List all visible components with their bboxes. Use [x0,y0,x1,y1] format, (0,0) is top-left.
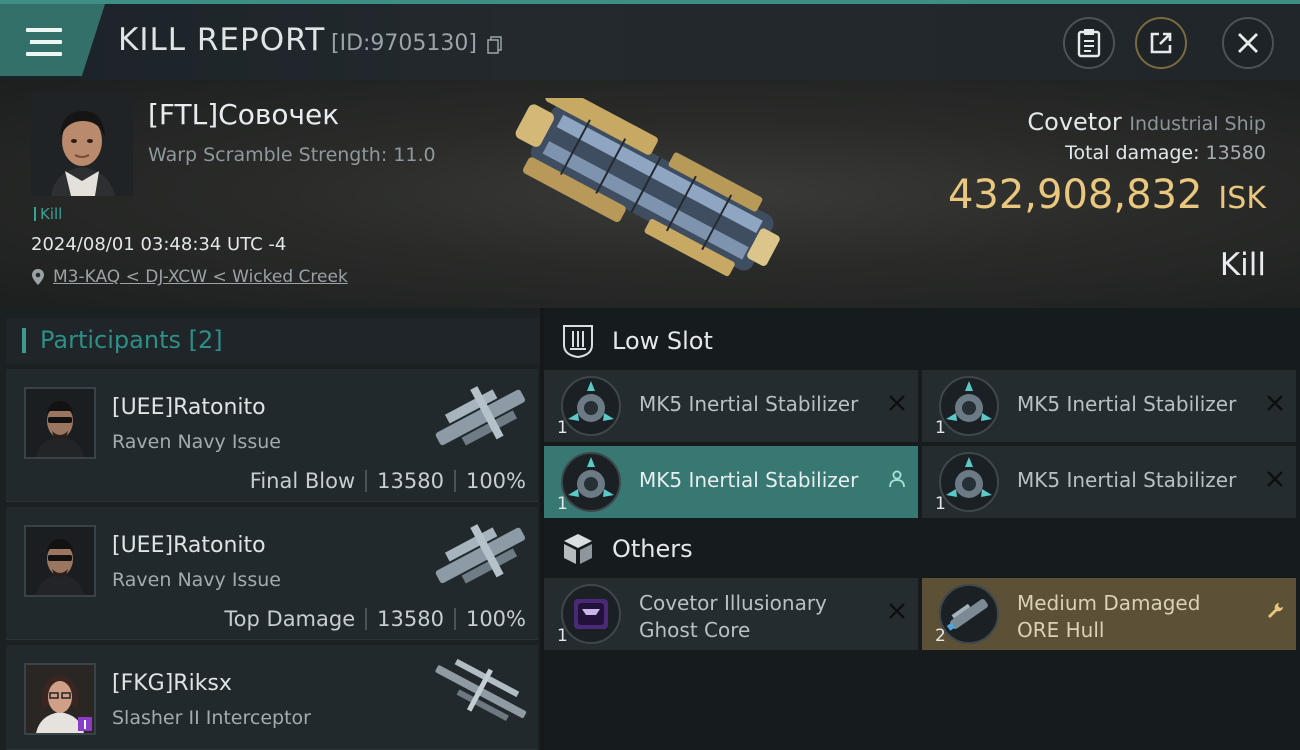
stats-divider [365,470,368,492]
participant-stats: Final Blow 13580 100% [250,469,526,493]
participant-avatar[interactable] [24,525,96,597]
item-quantity: 1 [557,626,568,646]
person-icon [889,470,905,488]
participant-role: Final Blow [249,469,356,493]
stats-divider [365,608,368,630]
inertial-stabilizer-icon [561,452,621,512]
item-quantity: 2 [935,626,946,646]
module-name: MK5 Inertial Stabilizer [1017,468,1237,492]
participants-accent [22,328,26,353]
module-quantity: 1 [935,418,946,438]
participant-damage: 13580 [377,607,444,631]
menu-icon [20,28,62,56]
module-name: MK5 Inertial Stabilizer [639,468,859,492]
participant-name: [UEE]Ratonito [112,533,266,558]
participant-ship: Slasher II Interceptor [112,707,311,729]
item-slot[interactable]: 2 Medium Damaged ORE Hull [922,578,1296,650]
location-pin-icon [32,269,44,285]
ore-hull-icon [939,584,999,644]
participant-percent: 100% [465,607,526,631]
participant-damage: 13580 [377,469,444,493]
page-title: KILL REPORT [118,22,326,58]
module-name: MK5 Inertial Stabilizer [1017,392,1237,416]
participant-card[interactable]: [UEE]Ratonito Raven Navy Issue Final Blo… [6,369,538,502]
report-id: [ID:9705130] [331,31,477,56]
participant-role: Top Damage [224,607,356,631]
inertial-stabilizer-icon [561,376,621,436]
clipboard-icon [1077,29,1101,58]
destroyed-icon [1267,471,1283,487]
item-name: Medium Damaged ORE Hull [1017,591,1201,642]
kill-tag: Kill [34,205,62,223]
isk-unit: ISK [1218,181,1266,216]
wrench-icon [1268,603,1283,618]
participants-title: Participants [2] [40,326,223,354]
participant-avatar[interactable] [24,663,96,735]
total-damage-value: 13580 [1205,142,1266,164]
victim-ship-image [515,98,780,277]
participant-avatar[interactable] [24,387,96,459]
destroyed-icon [1267,395,1283,411]
kill-location[interactable]: M3-KAQ < DJ-XCW < Wicked Creek [31,267,348,287]
ship-name: Covetor [1027,108,1122,136]
inertial-stabilizer-icon [939,452,999,512]
close-button[interactable] [1222,17,1274,69]
isk-amount: 432,908,832 [947,172,1203,218]
others-title: Others [612,535,693,563]
module-name: MK5 Inertial Stabilizer [639,392,859,416]
victim-ship-type: Covetor Industrial Ship [1027,108,1266,136]
isk-value: 432,908,832 ISK [948,172,1266,218]
participant-ship: Raven Navy Issue [112,431,281,453]
module-slot[interactable]: 1 MK5 Inertial Stabilizer [922,446,1296,518]
copy-icon[interactable] [487,36,502,54]
victim-name: [FTL]Совочек [148,98,340,131]
kill-result: Kill [1219,247,1266,283]
inertial-stabilizer-icon [939,376,999,436]
participant-ship-image [435,658,527,721]
module-slot[interactable]: 1 MK5 Inertial Stabilizer [544,446,918,518]
total-damage: Total damage: 13580 [1065,142,1266,164]
destroyed-icon [889,603,905,619]
participant-ship-image [435,386,525,446]
module-quantity: 1 [557,494,568,514]
participant-name: [UEE]Ratonito [112,395,266,420]
module-quantity: 1 [557,418,568,438]
ship-class: Industrial Ship [1129,113,1266,135]
others-header: Others [544,518,1300,580]
item-name: Covetor Illusionary Ghost Core [639,591,827,642]
module-slot[interactable]: 1 MK5 Inertial Stabilizer [922,370,1296,442]
item-slot[interactable]: 1 Covetor Illusionary Ghost Core [544,578,918,650]
participant-ship-image [435,524,525,584]
share-icon [1150,32,1172,54]
share-button[interactable] [1135,17,1187,69]
low-slot-icon [563,325,593,359]
low-slot-title: Low Slot [612,327,713,355]
cube-icon [564,534,592,564]
low-slot-header: Low Slot [544,310,1300,372]
participant-ship: Raven Navy Issue [112,569,281,591]
ghost-core-icon [561,584,621,644]
module-quantity: 1 [935,494,946,514]
module-slot[interactable]: 1 MK5 Inertial Stabilizer [544,370,918,442]
destroyed-icon [889,395,905,411]
stats-divider [453,470,456,492]
participant-percent: 100% [465,469,526,493]
kill-timestamp: 2024/08/01 03:48:34 UTC -4 [31,234,287,255]
participant-card[interactable]: [FKG]Riksx Slasher II Interceptor [6,645,538,750]
warp-scramble-strength: Warp Scramble Strength: 11.0 [148,144,436,166]
participant-stats: Top Damage 13580 100% [224,607,526,631]
participant-card[interactable]: [UEE]Ratonito Raven Navy Issue Top Damag… [6,507,538,640]
close-icon [1238,33,1258,53]
victim-portrait[interactable] [31,93,133,196]
participant-name: [FKG]Riksx [112,671,232,696]
clipboard-button[interactable] [1063,17,1115,69]
total-damage-label: Total damage: [1065,142,1200,164]
stats-divider [453,608,456,630]
